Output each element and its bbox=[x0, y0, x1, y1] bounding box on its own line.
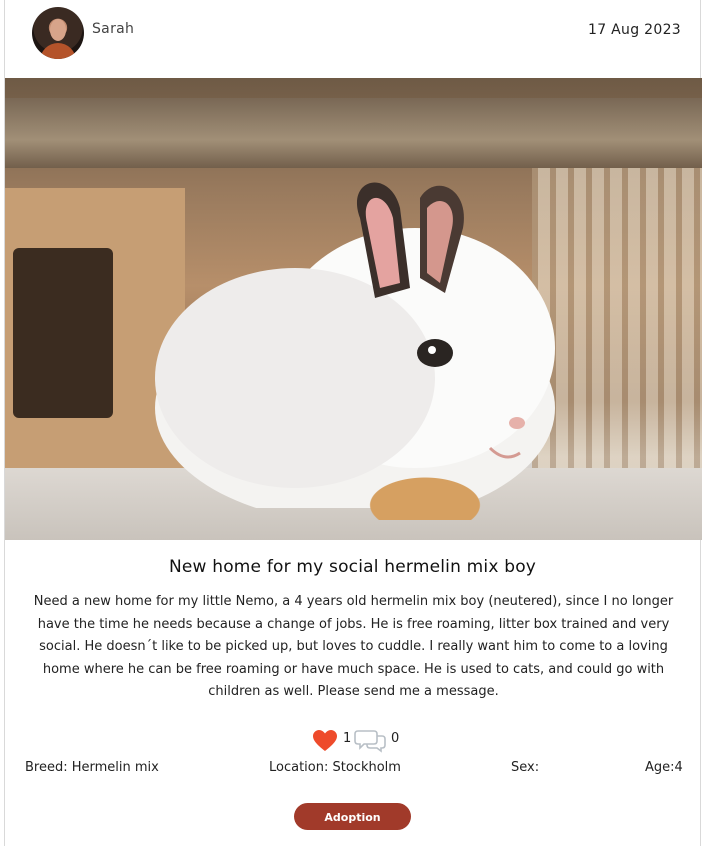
post-date: 17 Aug 2023 bbox=[588, 22, 681, 38]
author-name[interactable]: Sarah bbox=[92, 21, 134, 37]
sex-label: Sex: bbox=[511, 760, 540, 775]
comment-icon[interactable] bbox=[354, 727, 386, 753]
breed-label: Breed: Hermelin mix bbox=[25, 760, 159, 775]
avatar-face bbox=[50, 19, 66, 41]
post-card: Sarah 17 Aug 2023 New home for my social… bbox=[4, 0, 702, 851]
post-meta: Breed: Hermelin mix Location: Stockholm … bbox=[5, 760, 700, 780]
rabbit-illustration bbox=[155, 182, 555, 508]
post-photo bbox=[5, 78, 702, 540]
photo-cage-window bbox=[13, 248, 113, 418]
post-header: Sarah 17 Aug 2023 bbox=[5, 0, 700, 70]
post-title: New home for my social hermelin mix boy bbox=[168, 557, 537, 577]
avatar[interactable] bbox=[32, 7, 84, 59]
post-stats: 1 0 bbox=[5, 727, 700, 753]
avatar-body bbox=[40, 43, 76, 59]
like-count: 1 bbox=[343, 731, 352, 746]
comment-count: 0 bbox=[391, 731, 400, 746]
heart-icon[interactable] bbox=[312, 729, 338, 753]
post-description: Need a new home for my little Nemo, a 4 … bbox=[33, 594, 674, 699]
adoption-request-button[interactable]: Adoption Request bbox=[294, 803, 411, 851]
rabbit-food bbox=[355, 470, 495, 520]
photo-shelf bbox=[5, 98, 702, 168]
age-label: Age:4 bbox=[645, 760, 683, 775]
location-label: Location: Stockholm bbox=[269, 760, 401, 775]
